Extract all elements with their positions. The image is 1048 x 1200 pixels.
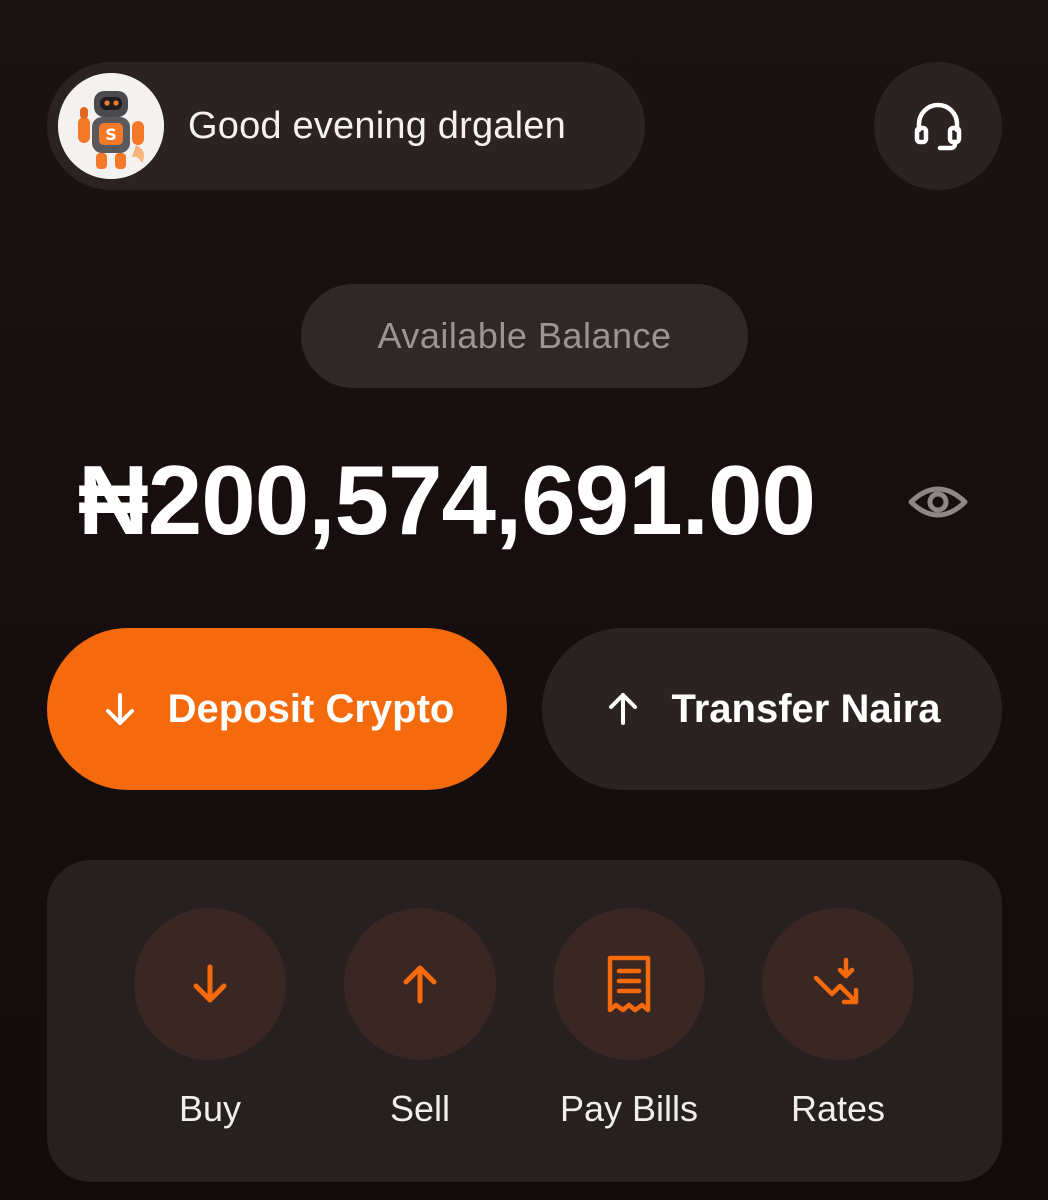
quick-action-label: Buy	[178, 1088, 242, 1129]
headset-icon	[914, 102, 962, 151]
receipt-icon	[607, 955, 651, 1013]
arrow-up-icon	[603, 689, 643, 729]
deposit-crypto-label: Deposit Crypto	[167, 686, 455, 731]
quick-action-label: Rates	[790, 1088, 886, 1129]
support-button[interactable]	[874, 62, 1002, 190]
deposit-crypto-button[interactable]: Deposit Crypto	[47, 628, 507, 790]
primary-actions: Deposit Crypto Transfer Naira	[47, 628, 1002, 790]
arrow-down-icon	[100, 689, 140, 729]
transfer-naira-label: Transfer Naira	[671, 686, 941, 731]
arrow-down-icon	[193, 964, 227, 1003]
quick-actions-panel: Buy Sell Pay Bills Rates	[47, 860, 1002, 1182]
buy-icon-circle[interactable]	[134, 908, 286, 1060]
balance-row: ₦200,574,691.00	[78, 440, 998, 560]
sell-icon-circle[interactable]	[344, 908, 496, 1060]
rates-icon-circle[interactable]	[762, 908, 914, 1060]
arrow-up-icon	[403, 965, 437, 1004]
robot-mascot-icon: S	[58, 73, 164, 179]
quick-action-sell[interactable]: Sell	[330, 908, 510, 1148]
quick-action-label: Pay Bills	[559, 1088, 699, 1129]
transfer-naira-button[interactable]: Transfer Naira	[542, 628, 1002, 790]
trend-down-icon	[813, 957, 859, 1005]
quick-action-rates[interactable]: Rates	[748, 908, 928, 1148]
balance-label-pill: Available Balance	[301, 284, 748, 388]
balance-amount: ₦200,574,691.00	[78, 444, 816, 555]
svg-text:S: S	[105, 125, 117, 144]
balance-visibility-toggle[interactable]	[908, 472, 968, 532]
quick-action-label: Sell	[389, 1088, 451, 1129]
eye-icon	[908, 486, 968, 518]
greeting-text: Good evening drgalen	[188, 104, 566, 147]
pay-bills-icon-circle[interactable]	[553, 908, 705, 1060]
quick-action-pay-bills[interactable]: Pay Bills	[539, 908, 719, 1148]
status-bar	[0, 0, 1048, 14]
balance-label: Available Balance	[377, 315, 672, 356]
avatar[interactable]: S	[58, 73, 164, 179]
greeting-pill[interactable]: S Good evening drgalen	[47, 62, 645, 190]
quick-action-buy[interactable]: Buy	[120, 908, 300, 1148]
